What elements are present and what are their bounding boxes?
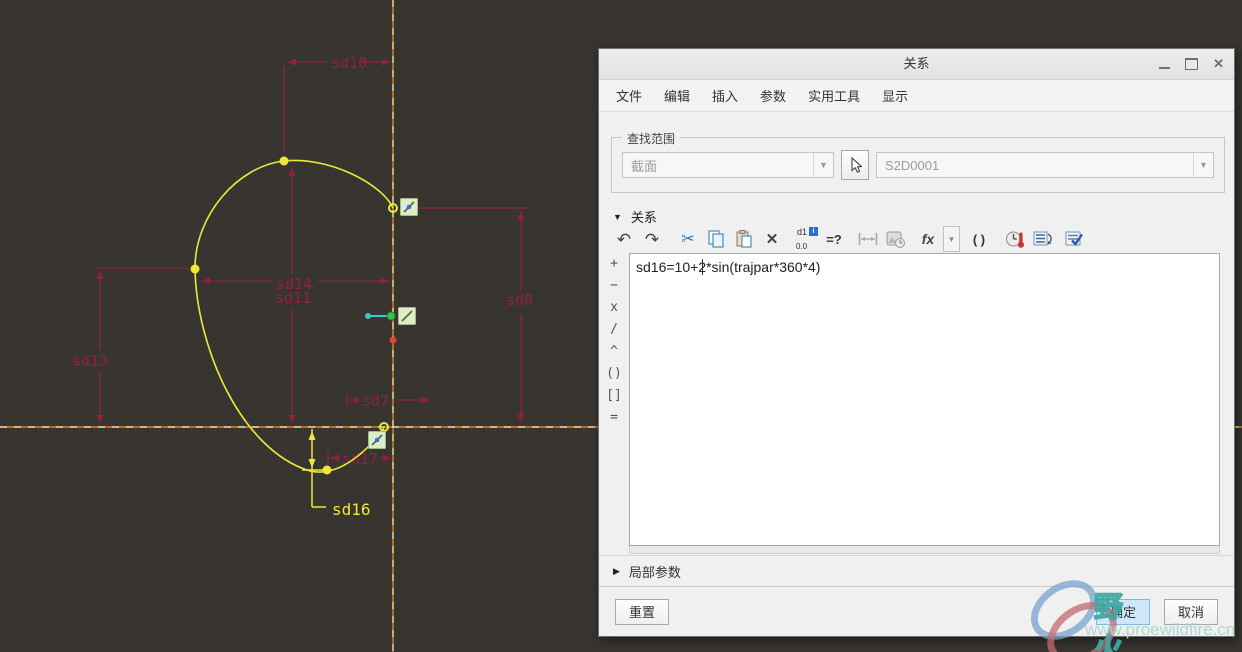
function-icon[interactable]: fx bbox=[915, 226, 941, 252]
find-scope-row: 截面 ▼ S2D0001 ▼ bbox=[622, 150, 1214, 180]
editor-horizontal-scrollbar[interactable] bbox=[629, 546, 1220, 554]
redo-icon[interactable]: ↷ bbox=[639, 226, 665, 252]
dimension-sd14-sd11: sd14 sd11 bbox=[202, 168, 389, 423]
cursor-arrow-icon bbox=[850, 157, 862, 173]
menu-insert[interactable]: 插入 bbox=[701, 81, 749, 110]
constraint-icon-tangent-top[interactable] bbox=[400, 198, 418, 216]
collapse-triangle-icon[interactable]: ▼ bbox=[613, 212, 622, 222]
paste-icon[interactable] bbox=[731, 226, 757, 252]
close-icon[interactable]: ✕ bbox=[1213, 49, 1224, 79]
local-params-section-header[interactable]: ▶ 局部参数 bbox=[599, 555, 1234, 587]
dialog-titlebar[interactable]: 关系 ✕ bbox=[599, 49, 1234, 80]
dim-label-sd16[interactable]: sd16 bbox=[332, 500, 371, 519]
constraint-icon-mid[interactable] bbox=[398, 307, 416, 325]
menu-parameters[interactable]: 参数 bbox=[749, 81, 797, 110]
operator-plus[interactable]: + bbox=[610, 256, 618, 272]
dim-top-text: d1 bbox=[797, 227, 808, 237]
dim-label-sd13[interactable]: sd13 bbox=[72, 352, 108, 370]
sort-relations-icon[interactable] bbox=[1030, 226, 1056, 252]
operator-keypad: + − x / ^ () [] = bbox=[599, 253, 629, 546]
relation-expression: sd16=10+2*sin(trajpar*360*4) bbox=[636, 259, 821, 275]
info-badge: i bbox=[809, 227, 818, 236]
operator-multiply[interactable]: x bbox=[610, 300, 618, 316]
dim-label-sd17[interactable]: sd17 bbox=[342, 450, 378, 468]
relations-toolbar: ↶ ↷ ✂ ✕ d1 i 0.0 =? fx ▼ () bbox=[611, 225, 1088, 253]
dim-label-sd11[interactable]: sd11 bbox=[275, 289, 311, 307]
brackets-icon[interactable]: ( ) bbox=[966, 226, 992, 252]
maximize-icon[interactable] bbox=[1185, 58, 1199, 70]
chevron-down-icon[interactable]: ▼ bbox=[1193, 153, 1213, 177]
operator-power[interactable]: ^ bbox=[610, 344, 618, 360]
relations-section-label: 关系 bbox=[630, 210, 657, 225]
units-icon[interactable] bbox=[1002, 226, 1028, 252]
reset-button[interactable]: 重置 bbox=[615, 598, 669, 625]
operator-brackets[interactable]: [] bbox=[606, 388, 622, 404]
find-scope-group: 查找范围 截面 ▼ S2D0001 ▼ bbox=[611, 130, 1225, 193]
scope-name-value: S2D0001 bbox=[885, 157, 940, 173]
menu-file[interactable]: 文件 bbox=[605, 81, 653, 110]
scope-name-select[interactable]: S2D0001 ▼ bbox=[876, 152, 1214, 178]
operator-divide[interactable]: / bbox=[610, 322, 618, 338]
toggle-dimension-display-icon[interactable]: d1 i 0.0 bbox=[793, 226, 819, 252]
verify-icon[interactable] bbox=[1062, 226, 1088, 252]
dimension-sd17: sd17 bbox=[327, 450, 391, 468]
menu-show[interactable]: 显示 bbox=[871, 81, 919, 110]
dialog-title: 关系 bbox=[903, 56, 930, 71]
scope-type-value: 截面 bbox=[631, 158, 658, 174]
dimension-sd7: sd7 bbox=[346, 392, 429, 410]
relations-editor[interactable]: sd16=10+2*sin(trajpar*360*4) bbox=[629, 253, 1220, 546]
function-dropdown-icon[interactable]: ▼ bbox=[943, 226, 960, 252]
relations-section-header[interactable]: ▼ 关系 bbox=[613, 207, 657, 226]
trajectory-direction[interactable] bbox=[365, 311, 396, 321]
dimension-sd13: sd13 bbox=[72, 267, 188, 423]
point-bottom[interactable] bbox=[322, 465, 332, 475]
constraint-icon-tangent-bottom[interactable] bbox=[368, 431, 386, 449]
local-params-label: 局部参数 bbox=[628, 565, 681, 580]
select-item-button[interactable] bbox=[841, 150, 869, 180]
dimension-sd10: sd10 bbox=[283, 54, 390, 152]
spline-curve[interactable] bbox=[194, 159, 394, 473]
dialog-footer: 重置 确定 取消 bbox=[599, 586, 1234, 636]
menu-utilities[interactable]: 实用工具 bbox=[797, 81, 871, 110]
evaluate-icon[interactable]: =? bbox=[821, 226, 847, 252]
relations-dialog: 关系 ✕ 文件 编辑 插入 参数 实用工具 显示 查找范围 截面 ▼ S2D00… bbox=[598, 48, 1235, 637]
menubar: 文件 编辑 插入 参数 实用工具 显示 bbox=[599, 80, 1234, 112]
dim-bottom-text: 0.0 bbox=[796, 242, 808, 251]
delete-icon[interactable]: ✕ bbox=[759, 226, 785, 252]
scope-type-select[interactable]: 截面 ▼ bbox=[622, 152, 834, 178]
undo-icon[interactable]: ↶ bbox=[611, 226, 637, 252]
chevron-down-icon[interactable]: ▼ bbox=[813, 153, 833, 177]
cancel-button[interactable]: 取消 bbox=[1164, 598, 1218, 625]
ok-button[interactable]: 确定 bbox=[1096, 598, 1150, 625]
expand-triangle-icon[interactable]: ▶ bbox=[613, 566, 620, 577]
app-stage: sd10 sd14 sd11 sd13 sd0 sd7 sd17 sd16 关系… bbox=[0, 0, 1242, 652]
window-controls: ✕ bbox=[1159, 49, 1224, 79]
menu-edit[interactable]: 编辑 bbox=[653, 81, 701, 110]
text-caret bbox=[702, 259, 703, 275]
dim-label-sd0[interactable]: sd0 bbox=[506, 291, 533, 309]
minimize-icon[interactable] bbox=[1159, 67, 1171, 69]
cut-icon[interactable]: ✂ bbox=[675, 226, 701, 252]
point-left[interactable] bbox=[190, 264, 200, 274]
operator-minus[interactable]: − bbox=[610, 278, 618, 294]
find-scope-legend: 查找范围 bbox=[622, 130, 681, 147]
dim-label-sd10[interactable]: sd10 bbox=[331, 54, 367, 72]
insert-from-file-icon[interactable] bbox=[883, 226, 909, 252]
operator-parens[interactable]: () bbox=[606, 366, 622, 382]
operator-equals[interactable]: = bbox=[610, 410, 618, 426]
measure-icon[interactable] bbox=[855, 226, 881, 252]
reference-point-red[interactable] bbox=[389, 336, 397, 344]
copy-icon[interactable] bbox=[703, 226, 729, 252]
dim-label-sd7[interactable]: sd7 bbox=[362, 392, 389, 410]
dimension-sd0: sd0 bbox=[409, 207, 533, 422]
dimension-sd16: sd16 bbox=[302, 429, 371, 519]
point-top[interactable] bbox=[279, 156, 289, 166]
